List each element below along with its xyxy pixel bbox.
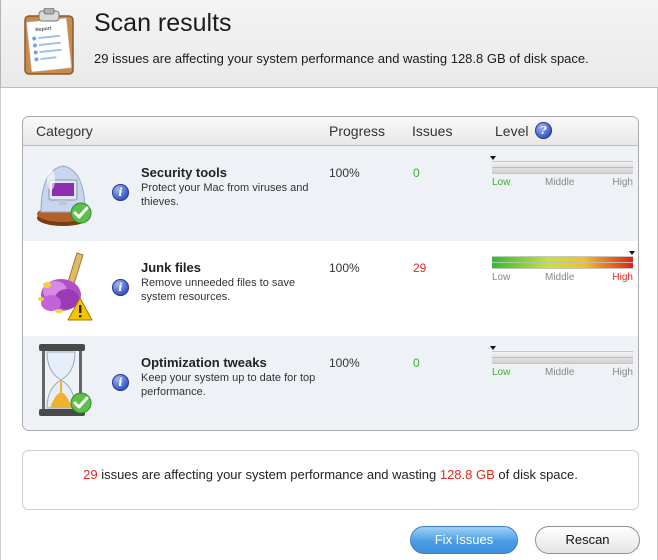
row-title: Security tools (141, 165, 227, 180)
table-row-security-tools[interactable]: i Security tools Protect your Mac from v… (23, 146, 638, 241)
column-header-issues: Issues (412, 123, 453, 139)
window-left-border (0, 88, 1, 560)
level-label-middle: Middle (545, 272, 575, 283)
level-label-middle: Middle (545, 177, 575, 188)
row-progress: 100% (329, 261, 360, 275)
summary-issue-count: 29 (83, 467, 98, 482)
row-issues-count: 0 (413, 166, 420, 180)
fix-issues-button[interactable]: Fix Issues (410, 526, 518, 554)
column-header-category: Category (36, 123, 93, 139)
row-description: Remove unneeded files to save system res… (141, 277, 296, 303)
info-icon[interactable]: i (112, 279, 129, 296)
scan-results-header: Report Scan results 29 issues are affect… (0, 0, 658, 88)
level-labels: Low Middle High (492, 367, 633, 379)
level-help-icon[interactable]: ? (535, 122, 552, 139)
level-label-low: Low (492, 367, 511, 378)
row-progress: 100% (329, 166, 360, 180)
level-label-middle: Middle (545, 367, 575, 378)
level-track (492, 351, 633, 364)
summary-panel: 29 issues are affecting your system perf… (22, 450, 639, 510)
level-label-low: Low (492, 272, 511, 283)
row-description: Keep your system up to date for top perf… (141, 372, 316, 398)
page-title: Scan results (94, 9, 232, 37)
level-label-high: High (612, 177, 633, 188)
table-row-optimization-tweaks[interactable]: i Optimization tweaks Keep your system u… (23, 336, 638, 430)
level-label-high: High (612, 367, 633, 378)
info-icon[interactable]: i (112, 374, 129, 391)
level-marker (629, 251, 635, 255)
checkmark-badge-icon (70, 202, 92, 229)
row-issues-count: 0 (413, 356, 420, 370)
row-progress: 100% (329, 356, 360, 370)
summary-text-part: of disk space. (494, 467, 578, 482)
row-title: Optimization tweaks (141, 355, 267, 370)
level-indicator: Low Middle High (490, 156, 633, 196)
summary-text-part: issues are affecting your system perform… (97, 467, 440, 482)
level-labels: Low Middle High (492, 272, 633, 284)
level-label-high: High (612, 272, 633, 283)
scan-results-table: Category Progress Issues Level ? i Secur… (22, 116, 639, 431)
level-indicator: Low Middle High (492, 251, 635, 291)
level-indicator: Low Middle High (490, 346, 633, 386)
column-header-level: Level (495, 123, 529, 139)
level-marker (490, 156, 496, 160)
info-icon[interactable]: i (112, 184, 129, 201)
level-fill (492, 257, 633, 268)
header-subtitle: 29 issues are affecting your system perf… (94, 51, 589, 66)
clipboard-report-icon: Report (19, 7, 79, 78)
level-labels: Low Middle High (492, 177, 633, 189)
table-header: Category Progress Issues Level ? (23, 117, 638, 146)
summary-text: 29 issues are affecting your system perf… (23, 467, 638, 482)
warning-triangle-icon (67, 297, 93, 326)
summary-wasted-size: 128.8 GB (439, 467, 495, 482)
level-track (492, 161, 633, 174)
level-marker (490, 346, 496, 350)
level-label-low: Low (492, 177, 511, 188)
row-title: Junk files (141, 260, 201, 275)
row-description: Protect your Mac from viruses and thieve… (141, 182, 309, 208)
table-row-junk-files[interactable]: i Junk files Remove unneeded files to sa… (23, 241, 638, 336)
rescan-button[interactable]: Rescan (535, 526, 640, 554)
column-header-progress: Progress (329, 123, 386, 139)
checkmark-badge-icon (70, 392, 92, 419)
level-track (492, 256, 633, 269)
row-issues-count: 29 (413, 261, 427, 275)
